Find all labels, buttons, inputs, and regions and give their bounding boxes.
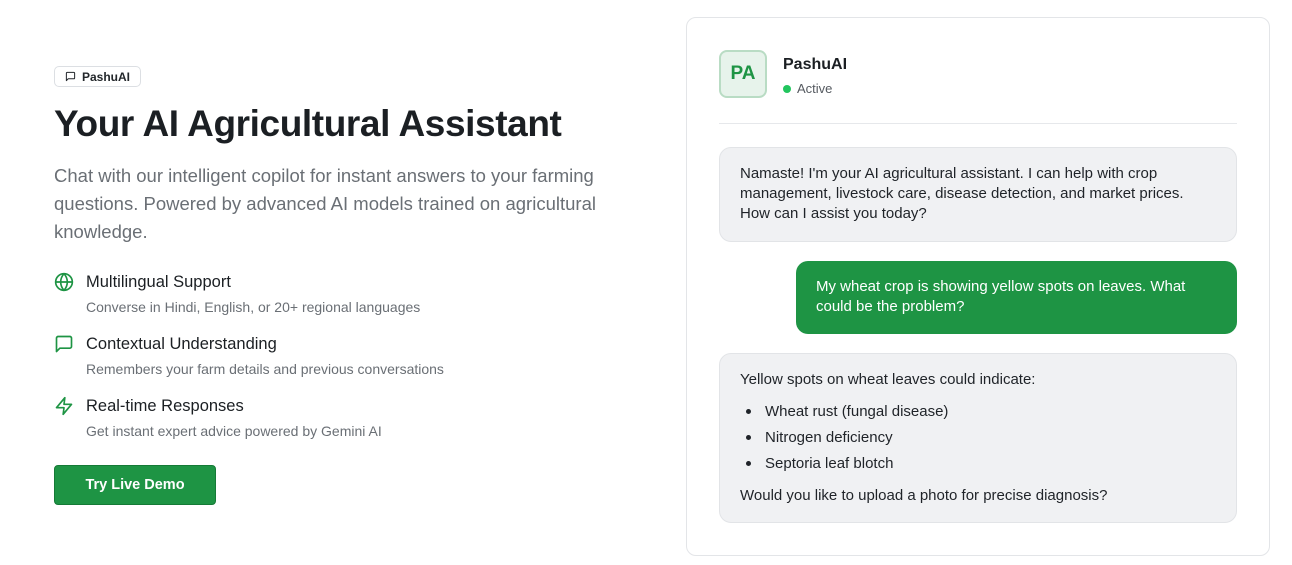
message-square-icon	[65, 71, 76, 82]
hero-section: PashuAI Your AI Agricultural Assistant C…	[54, 66, 654, 505]
brand-badge-label: PashuAI	[82, 69, 131, 84]
page-title: Your AI Agricultural Assistant	[54, 103, 562, 144]
bot-message-intro: Yellow spots on wheat leaves could indic…	[740, 371, 1036, 388]
bot-message: Namaste! I'm your AI agricultural assist…	[719, 147, 1237, 242]
feature-item-contextual: Contextual Understanding Remembers your …	[54, 334, 654, 378]
feature-description: Converse in Hindi, English, or 20+ regio…	[86, 299, 421, 315]
feature-description: Get instant expert advice powered by Gem…	[86, 423, 382, 439]
status-label: Active	[797, 81, 833, 96]
chat-preview-panel: PA PashuAI Active Namaste! I'm your AI a…	[686, 17, 1270, 556]
feature-item-multilingual: Multilingual Support Converse in Hindi, …	[54, 272, 654, 316]
bot-message-followup: Would you like to upload a photo for pre…	[740, 487, 1108, 504]
assistant-name: PashuAI	[783, 56, 848, 73]
brand-badge: PashuAI	[54, 66, 142, 87]
feature-description: Remembers your farm details and previous…	[86, 361, 444, 377]
user-message: My wheat crop is showing yellow spots on…	[796, 261, 1237, 334]
diagnosis-list: Wheat rust (fungal disease) Nitrogen def…	[740, 402, 1216, 480]
status-dot-icon	[783, 84, 791, 93]
message-square-icon	[54, 334, 74, 354]
feature-title: Multilingual Support	[86, 273, 231, 291]
feature-list: Multilingual Support Converse in Hindi, …	[54, 272, 654, 440]
chat-header: PA PashuAI Active	[719, 50, 1237, 124]
bot-message: Yellow spots on wheat leaves could indic…	[719, 353, 1237, 523]
lightning-icon	[54, 396, 74, 416]
page-subtitle: Chat with our intelligent copilot for in…	[54, 165, 596, 242]
try-live-demo-button[interactable]: Try Live Demo	[54, 465, 216, 505]
globe-icon	[54, 272, 74, 292]
avatar: PA	[719, 50, 767, 98]
feature-title: Real-time Responses	[86, 397, 244, 415]
feature-item-realtime: Real-time Responses Get instant expert a…	[54, 396, 654, 440]
feature-title: Contextual Understanding	[86, 335, 277, 353]
list-item: Septoria leaf blotch	[740, 454, 1216, 480]
status-indicator: Active	[783, 81, 832, 96]
list-item: Wheat rust (fungal disease)	[740, 402, 1216, 428]
list-item: Nitrogen deficiency	[740, 428, 1216, 454]
